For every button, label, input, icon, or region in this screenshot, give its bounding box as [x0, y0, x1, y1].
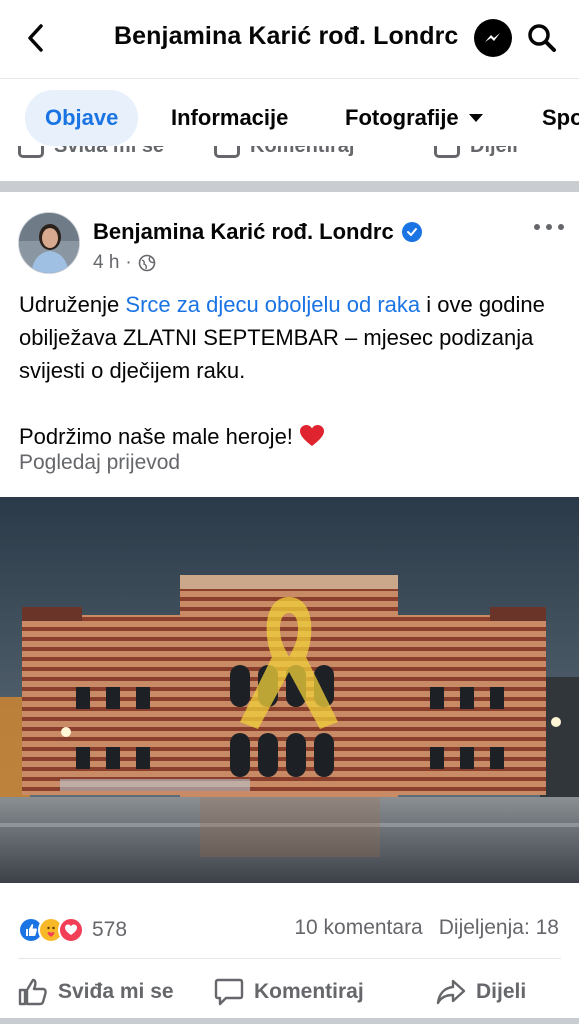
prev-comment-button[interactable]: Komentiraj — [214, 146, 354, 158]
messenger-button[interactable] — [474, 19, 512, 57]
dot-icon — [546, 224, 552, 230]
engagement-counts: 10 komentara Dijeljenja: 18 — [294, 916, 559, 940]
comment-icon — [214, 978, 244, 1006]
prev-comment-label: Komentiraj — [250, 146, 354, 158]
comment-button[interactable]: Komentiraj — [214, 970, 364, 1014]
like-icon — [18, 978, 47, 1006]
header-divider — [0, 78, 579, 79]
tab-fotografije[interactable]: Fotografije — [345, 90, 483, 146]
post-options-button[interactable] — [532, 212, 566, 242]
like-button[interactable]: Sviđa mi se — [18, 970, 174, 1014]
see-translation-link[interactable]: Pogledaj prijevod — [19, 451, 180, 475]
text-prefix: Udruženje — [19, 292, 126, 317]
search-button[interactable] — [524, 20, 560, 56]
prev-share-button[interactable]: Dijeli — [434, 146, 518, 158]
reaction-icons — [18, 917, 84, 943]
post-photo[interactable] — [0, 497, 579, 883]
shares-count[interactable]: Dijeljenja: 18 — [439, 916, 559, 940]
profile-tabs: Objave Informacije Fotografije Spo — [0, 90, 579, 146]
text-line2: Podržimo naše male heroje! — [19, 424, 300, 449]
city-hall-photo — [0, 497, 579, 883]
dot-icon — [558, 224, 564, 230]
search-icon — [528, 24, 556, 52]
post-author[interactable]: Benjamina Karić rođ. Londrc — [93, 219, 422, 245]
red-heart-icon — [300, 425, 325, 446]
avatar[interactable] — [18, 212, 80, 274]
share-label: Dijeli — [476, 980, 527, 1003]
caret-down-icon — [468, 114, 483, 122]
comment-label: Komentiraj — [254, 980, 364, 1003]
post-text: Udruženje Srce za djecu oboljelu od raka… — [19, 288, 564, 453]
post-separator — [0, 181, 579, 192]
meta-separator: · — [125, 252, 132, 273]
top-bar: Benjamina Karić rođ. Londrc — [0, 0, 579, 78]
share-icon — [434, 146, 460, 158]
avatar-image — [19, 213, 79, 273]
chevron-left-icon — [28, 24, 43, 52]
like-label: Sviđa mi se — [58, 980, 174, 1003]
organization-link[interactable]: Srce za djecu oboljelu od raka — [125, 292, 420, 317]
share-button[interactable]: Dijeli — [436, 970, 526, 1014]
tab-label: Fotografije — [345, 105, 459, 130]
tab-label: Objave — [45, 105, 119, 130]
comment-icon — [214, 146, 240, 158]
prev-like-button[interactable]: Sviđa mi se — [18, 146, 164, 158]
post-time[interactable]: 4 h — [93, 252, 119, 274]
post-actions: Sviđa mi se Komentiraj Dijeli — [0, 970, 579, 1014]
actions-divider — [18, 958, 561, 959]
tab-label: Informacije — [171, 105, 289, 130]
share-icon — [436, 979, 466, 1005]
reactions-summary[interactable]: 578 — [18, 914, 127, 946]
love-reaction-icon — [58, 917, 84, 943]
tab-more[interactable]: Spo — [542, 90, 579, 146]
globe-icon — [138, 254, 156, 272]
reaction-count: 578 — [92, 918, 128, 941]
post-meta: 4 h · — [93, 252, 156, 274]
like-icon — [18, 146, 44, 158]
comments-count[interactable]: 10 komentara — [294, 916, 422, 940]
prev-share-label: Dijeli — [470, 146, 518, 158]
tab-label: Spo — [542, 105, 579, 130]
back-button[interactable] — [20, 22, 52, 54]
prev-like-label: Sviđa mi se — [54, 146, 164, 158]
tab-informacije[interactable]: Informacije — [171, 90, 288, 146]
page-title: Benjamina Karić rođ. Londrc — [114, 22, 459, 50]
tab-objave[interactable]: Objave — [25, 90, 139, 146]
verified-badge-icon — [401, 222, 422, 242]
dot-icon — [534, 224, 540, 230]
previous-post-actions: Sviđa mi se Komentiraj Dijeli — [0, 146, 579, 164]
author-name: Benjamina Karić rođ. Londrc — [93, 219, 394, 244]
bottom-separator — [0, 1018, 579, 1024]
messenger-icon — [485, 33, 500, 42]
